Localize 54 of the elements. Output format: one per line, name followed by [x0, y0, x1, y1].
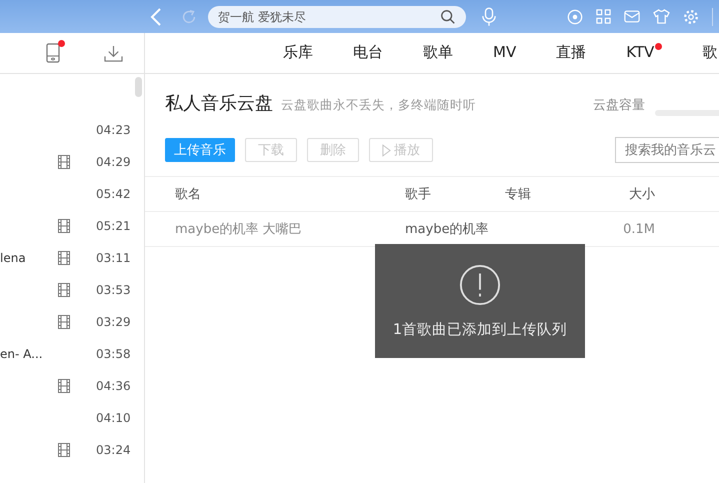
song-duration: 03:53 — [96, 283, 131, 297]
toast-message: 1首歌曲已添加到上传队列 — [392, 320, 568, 338]
column-header: 歌名 — [174, 186, 202, 203]
download-icon[interactable] — [104, 44, 123, 62]
search-field[interactable]: 搜索我的音乐云 — [615, 137, 719, 163]
film-icon[interactable] — [58, 379, 70, 393]
column-header: 大小 — [628, 186, 655, 203]
song-duration: 03:24 — [96, 443, 131, 457]
page-title: 私人音乐云盘 — [165, 92, 273, 115]
search-field[interactable]: 贺一航 爱犹未尽 — [208, 6, 466, 28]
grid-icon[interactable] — [596, 9, 611, 24]
song-duration: 04:36 — [96, 379, 131, 393]
nav-tab[interactable]: 歌 — [702, 43, 718, 62]
table-cell: maybe的机率 大嘴巴 — [175, 222, 302, 237]
nav-tab[interactable]: 歌单 — [423, 43, 453, 62]
nav-tab[interactable]: 直播 — [556, 43, 586, 62]
scrollbar-thumb[interactable] — [135, 77, 142, 97]
exclamation-icon — [459, 264, 501, 306]
film-icon[interactable] — [58, 315, 70, 329]
song-duration: 03:11 — [96, 251, 131, 265]
capacity-label: 云盘容量 — [593, 97, 645, 114]
song-duration: 05:21 — [96, 219, 131, 233]
film-icon[interactable] — [58, 155, 70, 169]
nav-tab[interactable]: KTV — [626, 43, 654, 61]
phone-icon[interactable] — [46, 43, 60, 63]
song-duration: 05:42 — [96, 187, 131, 201]
search-icon[interactable] — [440, 8, 456, 24]
page-subtitle: 云盘歌曲永不丢失，多终端随时听 — [281, 97, 476, 114]
nav-tab[interactable]: 电台 — [353, 43, 383, 62]
film-icon[interactable] — [58, 219, 70, 233]
microphone-icon[interactable] — [482, 6, 496, 26]
film-icon[interactable] — [58, 251, 70, 265]
settings-icon[interactable] — [683, 8, 699, 24]
song-title: lena — [0, 251, 26, 265]
mail-icon[interactable] — [624, 10, 640, 23]
nav-tab[interactable]: 乐库 — [283, 43, 313, 62]
song-duration: 04:29 — [96, 155, 131, 169]
disc-icon[interactable] — [567, 8, 583, 24]
song-duration: 03:29 — [96, 315, 131, 329]
shirt-icon[interactable] — [653, 9, 670, 24]
table-cell: 0.1M — [623, 222, 655, 236]
song-duration: 03:58 — [96, 347, 131, 361]
notification-dot — [655, 43, 662, 50]
back-icon[interactable] — [150, 6, 162, 26]
song-duration: 04:23 — [96, 123, 131, 137]
column-header: 专辑 — [505, 186, 532, 203]
nav-tab[interactable]: MV — [493, 43, 516, 61]
table-cell: maybe的机率 — [405, 222, 489, 237]
song-duration: 04:10 — [96, 411, 131, 425]
column-header: 歌手 — [405, 186, 432, 203]
song-title: en- A... — [0, 347, 43, 361]
film-icon[interactable] — [58, 283, 70, 297]
film-icon[interactable] — [58, 443, 70, 457]
play-icon — [382, 144, 391, 156]
